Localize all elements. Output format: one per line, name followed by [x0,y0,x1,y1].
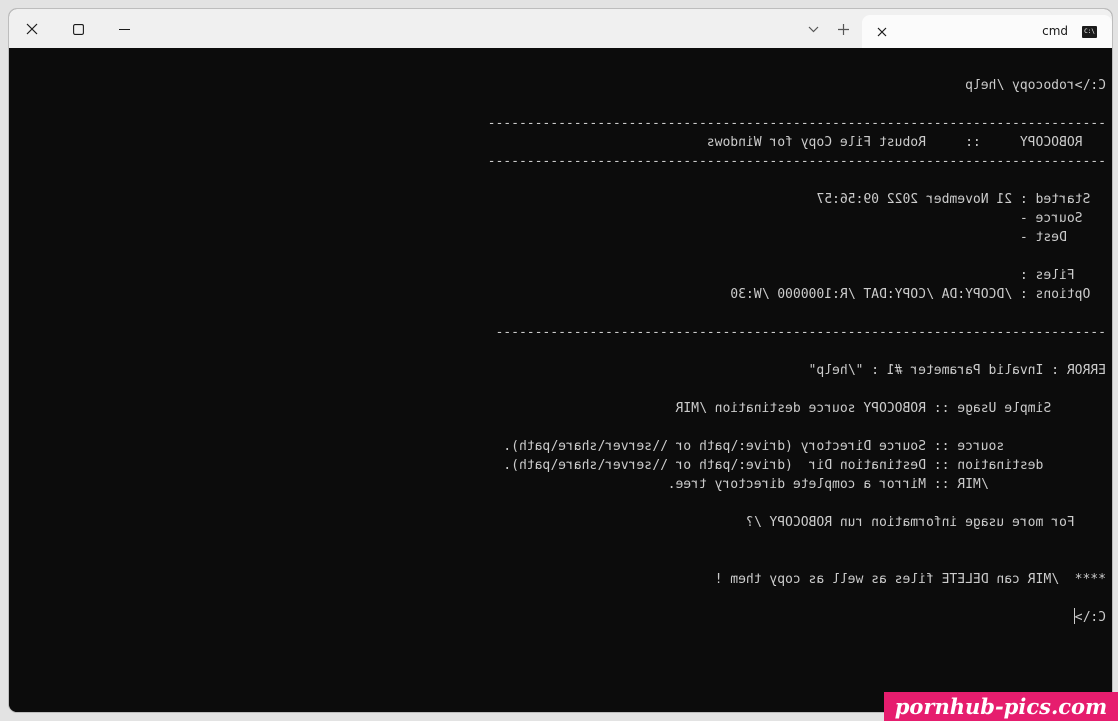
minimize-icon [118,28,130,30]
maximize-button[interactable] [55,11,101,47]
console-line: /MIR :: Mirror a complete directory tree… [667,477,1106,492]
console-line: Simple Usage :: ROBOCOPY source destinat… [675,401,1106,416]
close-icon [877,27,887,37]
tab-cmd[interactable]: cmd C:\ [862,15,1112,48]
console-line: ERROR : Invalid Parameter #1 : "/help" [808,363,1106,378]
console-line: ----------------------------------------… [495,325,1106,340]
watermark: pornhub-pics.com [884,692,1118,721]
plus-icon [837,23,849,35]
close-icon [26,23,38,35]
console-line: Started : 21 November 2022 09:56:57 [816,192,1106,207]
console-line: ----------------------------------------… [487,116,1106,131]
maximize-icon [72,23,84,35]
console-output: C:\>robocopy /help ----------------------… [21,76,1106,627]
console-line: **** /MIR can DELETE files as well as co… [714,572,1106,587]
terminal-window: cmd C:\ C:\>robocopy /help --------------… [9,9,1112,712]
tab-close-button[interactable] [874,24,890,40]
console-area[interactable]: C:\>robocopy /help ----------------------… [9,48,1112,712]
terminal-icon: C:\ [1082,26,1097,38]
console-line: Files : [1019,268,1106,283]
console-line: Source - [1019,211,1106,226]
tab-title: cmd [1042,24,1068,38]
console-line: Options : /DCOPY:DA /COPY:DAT /R:1000000… [730,287,1106,302]
console-line: source :: Source Directory (drive:\path … [503,439,1106,454]
console-line: Dest - [1019,230,1106,245]
console-line: C:\>robocopy /help [965,78,1106,93]
console-line: destination :: Destination Dir (drive:\p… [503,458,1106,473]
tab-dropdown-button[interactable] [805,21,821,37]
chevron-down-icon [808,26,818,32]
close-window-button[interactable] [9,11,55,47]
title-bar: cmd C:\ [9,9,1112,48]
console-line: For more usage information run ROBOCOPY … [745,515,1106,530]
console-line: ----------------------------------------… [487,154,1106,169]
text-cursor [1073,608,1075,624]
minimize-button[interactable] [101,11,147,47]
console-line: ROBOCOPY :: Robust File Copy for Windows [706,135,1106,150]
new-tab-button[interactable] [835,21,851,37]
console-line: C:\> [1073,608,1106,625]
